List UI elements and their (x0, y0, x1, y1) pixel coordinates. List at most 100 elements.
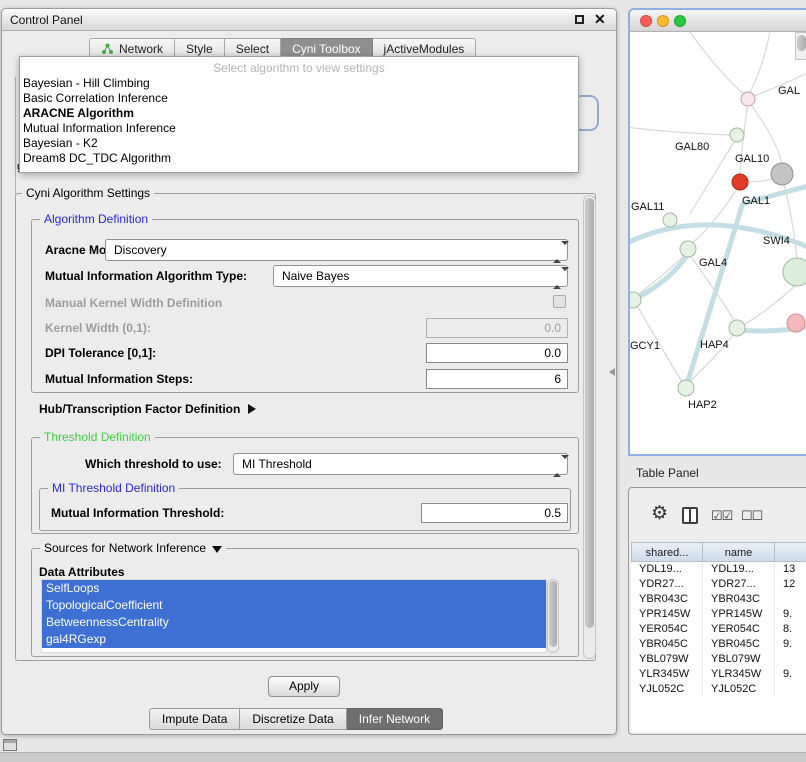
column-header-name[interactable]: name (703, 542, 775, 562)
table-row[interactable]: YBR043CYBR043C (631, 592, 806, 607)
node[interactable] (680, 241, 696, 257)
cell: 9. (775, 637, 806, 652)
mac-minimize-button[interactable] (657, 15, 669, 27)
data-attributes-list: SelfLoops TopologicalCoefficient Between… (41, 579, 547, 653)
control-panel-titlebar[interactable]: Control Panel ✕ (2, 9, 616, 31)
table-header: shared... name (631, 542, 806, 562)
cell: YJL052C (703, 682, 775, 697)
node-pink[interactable] (787, 314, 805, 332)
column-header-shared-name[interactable]: shared... (631, 542, 703, 562)
list-item[interactable]: SelfLoops (42, 580, 546, 597)
kernel-width-field[interactable]: 0.0 (426, 318, 568, 338)
mi-type-combobox[interactable]: Naive Bayes (273, 265, 568, 287)
obscured-group-border (15, 77, 16, 197)
table-row[interactable]: YDL19...YDL19...13 (631, 562, 806, 577)
table-row[interactable]: YJL052CYJL052C (631, 682, 806, 697)
node[interactable] (630, 292, 641, 308)
tab-label: jActiveModules (384, 42, 465, 56)
apply-button[interactable]: Apply (268, 676, 340, 697)
node[interactable] (783, 258, 806, 286)
network-scrollbar[interactable] (795, 32, 806, 60)
cell: 9. (775, 667, 806, 682)
node[interactable] (729, 320, 745, 336)
network-window-titlebar[interactable] (630, 10, 806, 32)
cell: YDR27... (631, 577, 703, 592)
node[interactable] (741, 92, 755, 106)
list-item[interactable]: gal4RGexp (42, 631, 546, 648)
algorithm-option[interactable]: Bayesian - Hill Climbing (20, 76, 578, 91)
table-row[interactable]: YBR045CYBR045C9. (631, 637, 806, 652)
table-row[interactable]: YBL079WYBL079W (631, 652, 806, 667)
tab-label: Network (119, 42, 163, 56)
sources-toggle[interactable]: Sources for Network Inference (40, 541, 226, 556)
scrollbar-thumb[interactable] (797, 35, 806, 51)
clear-selection-icon[interactable]: ☐☐ (741, 508, 762, 524)
sources-title: Sources for Network Inference (44, 541, 206, 555)
select-all-icon[interactable]: ☑☑ (711, 508, 732, 524)
node[interactable] (678, 380, 694, 396)
manual-kernel-checkbox[interactable] (553, 295, 566, 308)
node-label: SWI4 (763, 235, 790, 247)
close-icon[interactable]: ✕ (594, 11, 606, 28)
desktop: Control Panel ✕ Network Style Select Cyn… (0, 0, 806, 762)
algorithm-option[interactable]: Dream8 DC_TDC Algorithm (20, 151, 578, 166)
table-row[interactable]: YLR345WYLR345W9. (631, 667, 806, 682)
float-window-icon[interactable] (575, 15, 584, 24)
combobox-value: Naive Bayes (282, 266, 349, 286)
list-item[interactable]: TopologicalCoefficient (42, 597, 546, 614)
chevron-down-icon[interactable] (212, 546, 222, 553)
tab-label: Select (236, 42, 269, 56)
algorithm-option-selected[interactable]: ARACNE Algorithm (20, 106, 578, 121)
cell: YBR045C (631, 637, 703, 652)
algorithm-option[interactable]: Mutual Information Inference (20, 121, 578, 136)
table-row[interactable]: YPR145WYPR145W9. (631, 607, 806, 622)
cell: YPR145W (631, 607, 703, 622)
chevron-right-icon[interactable] (248, 404, 256, 414)
dpi-tolerance-label: DPI Tolerance [0,1]: (45, 346, 156, 360)
restore-panel-icon[interactable] (3, 739, 17, 751)
group-title: Algorithm Definition (40, 212, 152, 227)
divider-collapse-icon[interactable] (609, 368, 615, 376)
node[interactable] (730, 128, 744, 142)
mi-type-label: Mutual Information Algorithm Type: (45, 269, 247, 283)
list-item[interactable]: BetweennessCentrality (42, 614, 546, 631)
aracne-mode-combobox[interactable]: Discovery (105, 239, 568, 261)
algorithm-option[interactable]: Bayesian - K2 (20, 136, 578, 151)
tab-impute-data[interactable]: Impute Data (149, 708, 240, 730)
gear-icon[interactable]: ⚙ (651, 502, 668, 525)
mi-steps-label: Mutual Information Steps: (45, 372, 193, 386)
node-gray[interactable] (771, 163, 793, 185)
dropdown-placeholder: Select algorithm to view settings (20, 61, 578, 76)
which-threshold-combobox[interactable]: MI Threshold (233, 453, 568, 475)
mac-close-button[interactable] (640, 15, 652, 27)
mi-steps-field[interactable]: 6 (426, 369, 568, 389)
mi-threshold-field[interactable]: 0.5 (421, 503, 568, 523)
control-panel-window: Control Panel ✕ Network Style Select Cyn… (1, 8, 617, 735)
hub-definition-label: Hub/Transcription Factor Definition (39, 402, 240, 416)
cell: YLR345W (631, 667, 703, 682)
settings-scrollbar[interactable] (583, 195, 596, 659)
list-scrollbar[interactable] (547, 579, 559, 653)
cell: YBL079W (631, 652, 703, 667)
scrollbar-thumb[interactable] (585, 198, 594, 628)
algorithm-option[interactable]: Basic Correlation Inference (20, 91, 578, 106)
dpi-tolerance-field[interactable]: 0.0 (426, 343, 568, 363)
column-header-extra[interactable] (775, 542, 806, 562)
tab-discretize-data[interactable]: Discretize Data (240, 708, 346, 730)
hub-definition-toggle[interactable]: Hub/Transcription Factor Definition (39, 402, 256, 416)
node-gal10-selected[interactable] (732, 174, 748, 190)
chevron-updown-icon (553, 271, 561, 285)
window-title: Control Panel (10, 13, 83, 27)
cell: YBR045C (703, 637, 775, 652)
table-row[interactable]: YDR27...YDR27...12 (631, 577, 806, 592)
cell: YDL19... (703, 562, 775, 577)
network-canvas[interactable]: GAL GAL80 GAL10 GAL11 GAL1 SWI4 GAL4 GCY… (630, 32, 806, 454)
node-label: GAL1 (742, 195, 770, 207)
tab-infer-network[interactable]: Infer Network (347, 708, 443, 730)
columns-icon[interactable] (682, 507, 698, 524)
cell: YDL19... (631, 562, 703, 577)
mac-zoom-button[interactable] (674, 15, 686, 27)
scrollbar-thumb[interactable] (549, 581, 557, 647)
table-row[interactable]: YER054CYER054C8. (631, 622, 806, 637)
node[interactable] (663, 213, 677, 227)
